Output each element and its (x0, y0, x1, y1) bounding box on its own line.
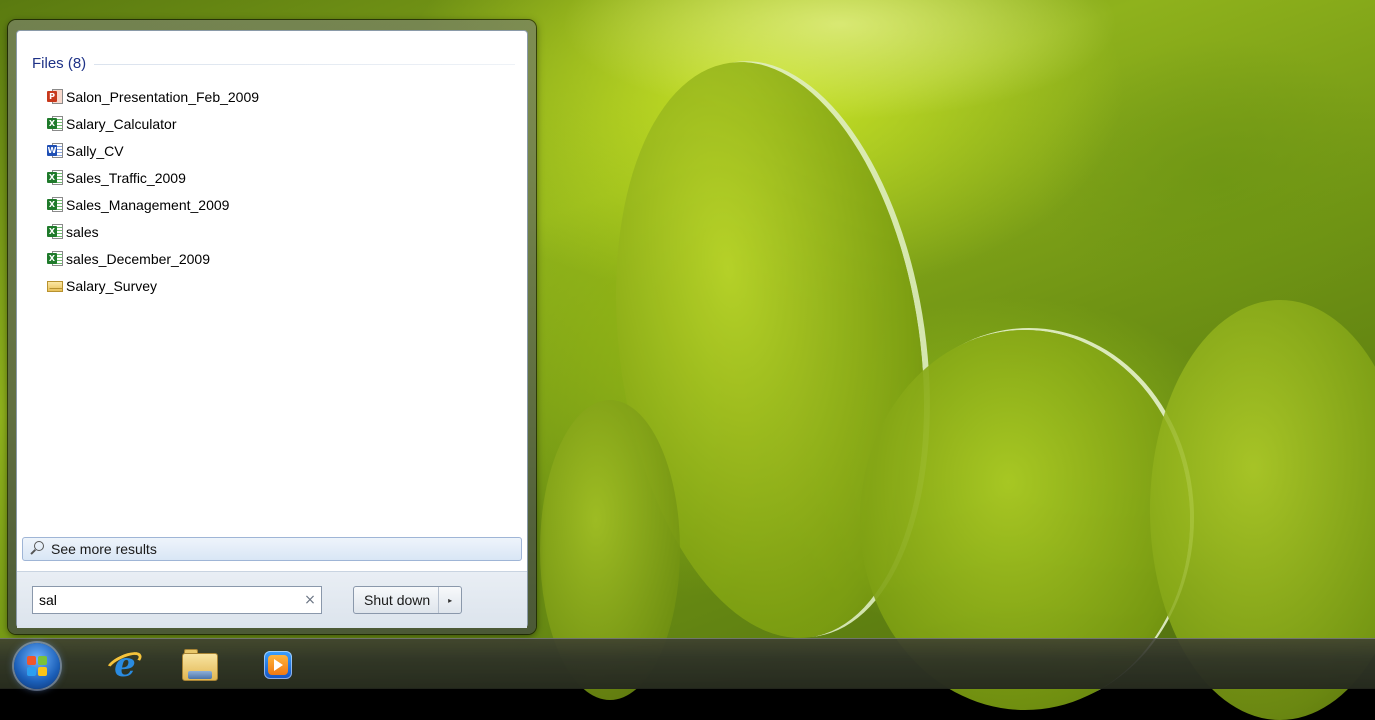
result-label: Salary_Survey (66, 277, 158, 294)
excel-file-icon: X (47, 196, 63, 213)
result-label: Salary_Calculator (66, 115, 177, 132)
group-divider (94, 63, 515, 65)
play-icon (274, 659, 283, 671)
search-results-list: P Salon_Presentation_Feb_2009 X Salary_C… (47, 83, 507, 299)
result-label: sales (66, 223, 99, 240)
result-label: Sales_Traffic_2009 (66, 169, 186, 186)
results-group-title[interactable]: Files (8) (32, 55, 94, 72)
shutdown-button[interactable]: Shut down (354, 587, 438, 613)
excel-file-icon: X (47, 169, 63, 186)
search-input[interactable] (39, 592, 299, 608)
result-item[interactable]: Salary_Survey (47, 272, 507, 299)
result-item[interactable]: X Sales_Traffic_2009 (47, 164, 507, 191)
excel-file-icon: X (47, 223, 63, 240)
result-item[interactable]: P Salon_Presentation_Feb_2009 (47, 83, 507, 110)
result-label: sales_December_2009 (66, 250, 210, 267)
start-menu-bottom-bar: × Shut down ▸ (17, 571, 527, 628)
result-item[interactable]: X sales_December_2009 (47, 245, 507, 272)
shutdown-button-group: Shut down ▸ (353, 586, 463, 614)
see-more-results-link[interactable]: See more results (22, 537, 522, 561)
close-icon[interactable]: × (299, 592, 321, 608)
result-item[interactable]: W Sally_CV (47, 137, 507, 164)
start-menu-panel: Files (8) P Salon_Presentation_Feb_2009 … (16, 30, 528, 628)
magnifier-icon (27, 540, 45, 558)
email-message-icon (47, 278, 63, 294)
word-file-icon: W (47, 142, 63, 159)
taskbar-windows-explorer[interactable] (180, 645, 220, 685)
taskbar-internet-explorer[interactable]: e (103, 645, 145, 685)
excel-file-icon: X (47, 115, 63, 132)
result-label: Sales_Management_2009 (66, 196, 230, 213)
excel-file-icon: X (47, 250, 63, 267)
result-label: Salon_Presentation_Feb_2009 (66, 88, 260, 105)
see-more-label: See more results (51, 541, 157, 557)
start-button[interactable] (14, 643, 60, 689)
start-menu: Files (8) P Salon_Presentation_Feb_2009 … (8, 20, 536, 634)
wallpaper-highlight (560, 0, 1120, 120)
taskbar-windows-media-player[interactable] (258, 645, 298, 685)
result-item[interactable]: X Salary_Calculator (47, 110, 507, 137)
start-search-box[interactable]: × (32, 586, 322, 614)
result-label: Sally_CV (66, 142, 124, 159)
results-group-header: Files (8) (32, 53, 515, 73)
taskbar: e (0, 638, 1375, 689)
powerpoint-file-icon: P (47, 88, 63, 105)
chevron-right-icon[interactable]: ▸ (438, 587, 461, 613)
result-item[interactable]: X Sales_Management_2009 (47, 191, 507, 218)
result-item[interactable]: X sales (47, 218, 507, 245)
folder-icon-base (188, 671, 212, 679)
windows-flag-icon (27, 656, 47, 676)
